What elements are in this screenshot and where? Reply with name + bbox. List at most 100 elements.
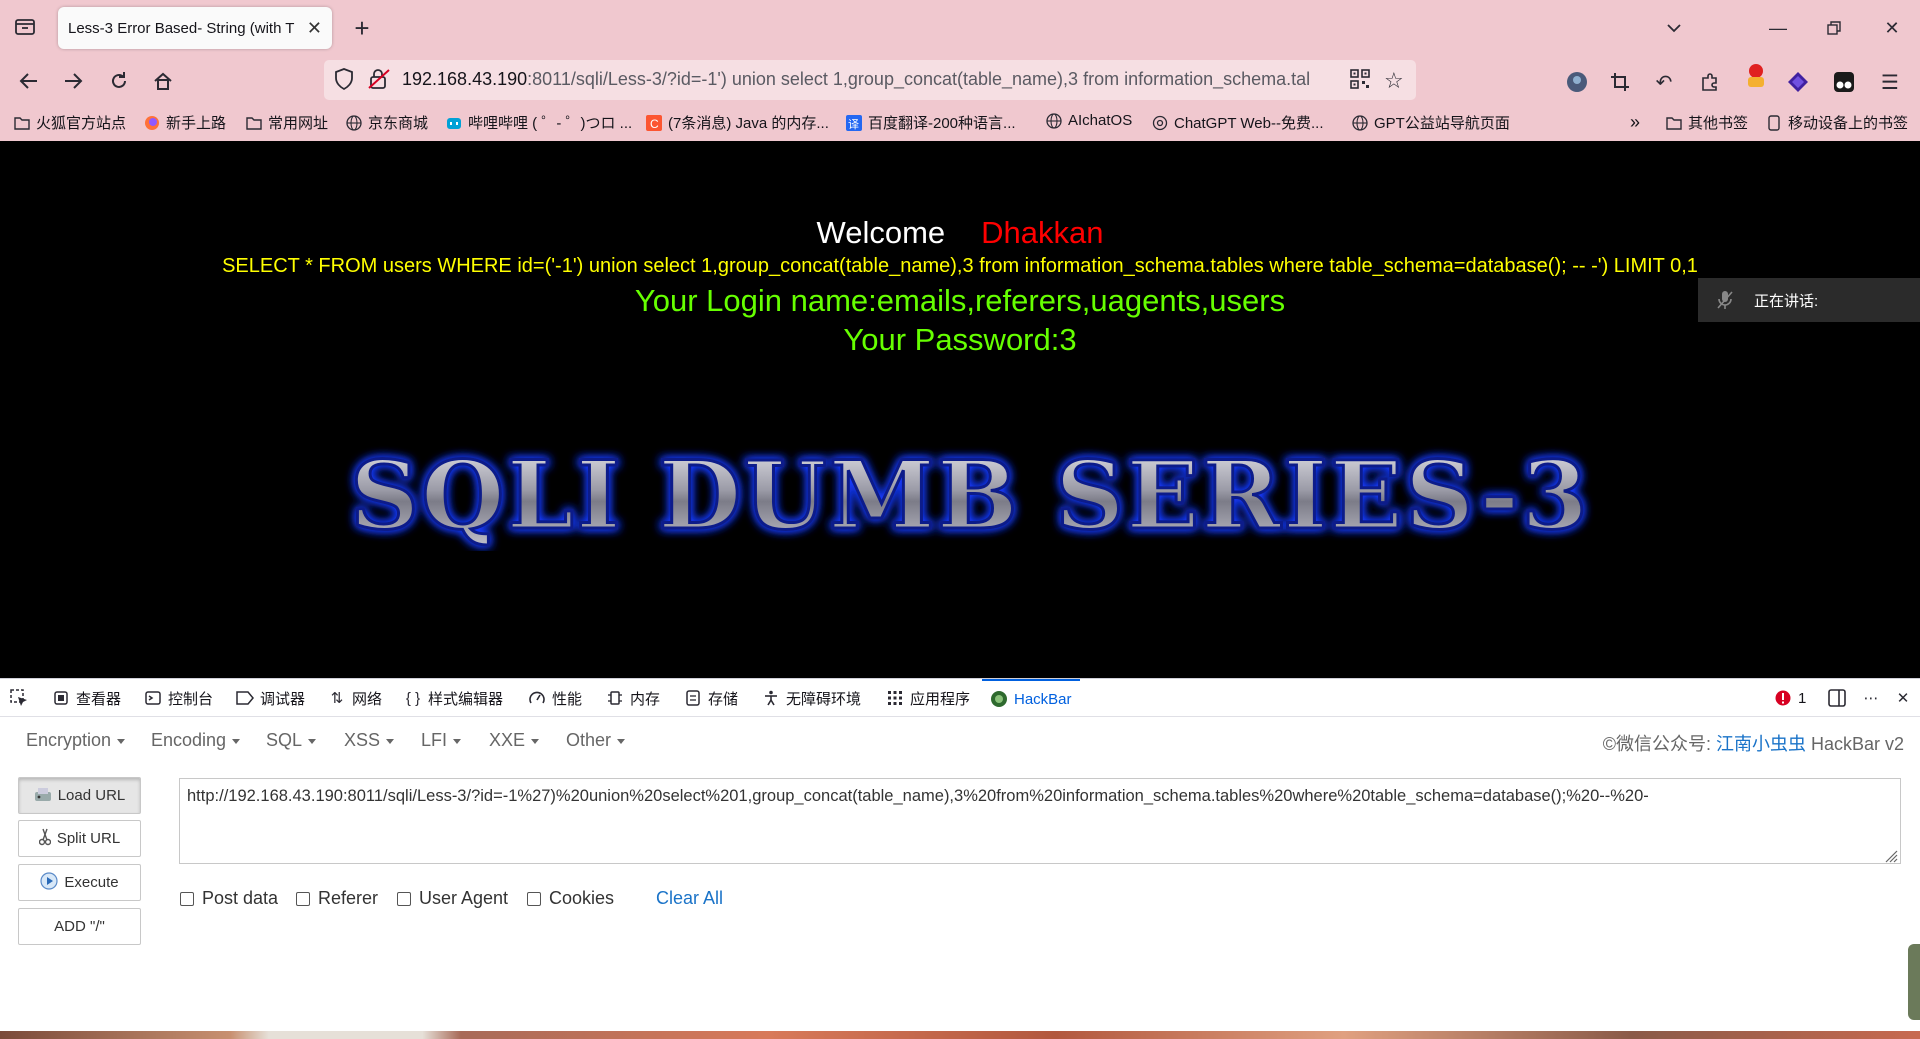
tab-performance[interactable]: 性能 [528, 679, 582, 717]
chatgpt-icon [1152, 115, 1168, 131]
menu-other[interactable]: Other [566, 730, 625, 751]
tab-list-icon[interactable] [12, 14, 38, 40]
checkbox-label: Referer [318, 888, 379, 908]
checkbox-label: Cookies [549, 888, 615, 908]
home-button[interactable] [146, 64, 180, 98]
bookmark-item[interactable]: 新手上路 [144, 112, 226, 133]
tampermonkey-icon[interactable] [1832, 70, 1856, 94]
url-host: 192.168.43.190 [402, 69, 528, 89]
credit-link[interactable]: 江南小虫虫 [1716, 734, 1806, 754]
element-picker-button[interactable] [10, 679, 28, 717]
tab-memory[interactable]: 内存 [606, 679, 660, 717]
bookmark-label: AIchatOS [1068, 112, 1133, 129]
menu-encryption[interactable]: Encryption [26, 730, 125, 751]
side-scroll-indicator[interactable] [1908, 944, 1920, 1020]
post-data-checkbox[interactable]: Post data [180, 888, 278, 909]
execute-button[interactable]: Execute [18, 864, 141, 901]
bookmark-item[interactable]: 火狐官方站点 [14, 112, 126, 133]
user-agent-checkbox[interactable]: User Agent [397, 888, 508, 909]
restore-button[interactable] [1816, 14, 1852, 42]
split-url-button[interactable]: Split URL [18, 820, 141, 857]
bookmark-label: 常用网址 [268, 115, 329, 132]
tab-application[interactable]: 应用程序 [886, 679, 970, 717]
undo-icon[interactable]: ↶ [1652, 70, 1676, 94]
bookmark-item[interactable]: C (7条消息) Java 的内存... [646, 112, 829, 133]
proxy-extension-icon[interactable] [1786, 70, 1810, 94]
bookmark-item[interactable]: 译百度翻译-200种语言... [846, 112, 1016, 133]
tracking-protection-shield-icon[interactable] [334, 68, 354, 95]
tab-label: 样式编辑器 [428, 690, 504, 708]
dock-side-button[interactable] [1828, 679, 1846, 717]
debugger-icon [236, 691, 254, 705]
list-all-tabs-chevron-icon[interactable] [1656, 14, 1692, 42]
tab-storage[interactable]: 存储 [684, 679, 738, 717]
clear-all-link[interactable]: Clear All [656, 888, 723, 909]
qr-code-icon[interactable] [1350, 69, 1370, 94]
translate-extension-icon[interactable] [1744, 64, 1768, 88]
hackbar-menu: Encryption Encoding SQL XSS LFI XXE Othe… [0, 717, 1920, 765]
bookmark-item[interactable]: AIchatOS [1046, 112, 1132, 129]
tab-accessibility[interactable]: 无障碍环境 [762, 679, 861, 717]
checkbox-box[interactable] [296, 891, 310, 906]
split-url-label: Split URL [56, 830, 121, 847]
menu-encoding[interactable]: Encoding [151, 730, 240, 751]
bookmark-item[interactable]: 京东商城 [346, 112, 428, 133]
extensions-puzzle-icon[interactable] [1698, 70, 1722, 94]
close-devtools-button[interactable]: ✕ [1894, 679, 1912, 717]
bookmark-item[interactable]: 哔哩哔哩 ( ゜- ゜)つロ ... [446, 112, 632, 133]
menu-xxe[interactable]: XXE [489, 730, 539, 751]
tab-debugger[interactable]: 调试器 [236, 679, 305, 717]
address-bar[interactable]: 192.168.43.190:8011/sqli/Less-3/?id=-1')… [324, 60, 1416, 100]
tab-label: 控制台 [168, 690, 214, 708]
tab-hackbar[interactable]: HackBar [982, 679, 1080, 717]
bookmark-item-mobile[interactable]: 移动设备上的书签 [1766, 112, 1908, 133]
minimize-button[interactable]: — [1760, 14, 1796, 42]
extension-avatar-icon[interactable] [1565, 70, 1589, 94]
add-slash-button[interactable]: ADD "/" [18, 908, 141, 945]
error-count-badge[interactable]: 1 [1774, 679, 1806, 717]
more-bookmarks-chevron-icon[interactable]: » [1630, 112, 1640, 133]
menu-sql[interactable]: SQL [266, 730, 316, 751]
tab-console[interactable]: 控制台 [144, 679, 213, 717]
menu-xss[interactable]: XSS [344, 730, 394, 751]
checkbox-box[interactable] [180, 891, 194, 906]
bookmark-label: ChatGPT Web--免费... [1174, 115, 1324, 132]
reload-button[interactable] [102, 64, 136, 98]
menu-lfi[interactable]: LFI [421, 730, 461, 751]
tab-close-icon[interactable]: ✕ [307, 18, 322, 39]
tab-label: 存储 [708, 690, 739, 708]
more-options-button[interactable]: ⋯ [1862, 679, 1880, 717]
tab-style-editor[interactable]: { } 样式编辑器 [404, 679, 503, 717]
bookmark-item[interactable]: GPT公益站导航页面 [1352, 112, 1510, 133]
mobile-icon [1766, 114, 1782, 131]
hackbar-url-input[interactable]: http://192.168.43.190:8011/sqli/Less-3/?… [179, 778, 1901, 864]
new-tab-button[interactable]: + [348, 13, 376, 43]
cookies-checkbox[interactable]: Cookies [527, 888, 614, 909]
referer-checkbox[interactable]: Referer [296, 888, 378, 909]
close-window-button[interactable]: ✕ [1874, 14, 1910, 42]
bookmark-item-other[interactable]: 其他书签 [1666, 112, 1748, 133]
screenshot-crop-icon[interactable] [1608, 70, 1632, 94]
load-url-icon [34, 786, 52, 806]
bookmark-item[interactable]: 常用网址 [246, 112, 328, 133]
tab-active[interactable]: Less-3 Error Based- String (with T ✕ [58, 7, 332, 49]
page-content: Welcome Dhakkan SELECT * FROM users WHERE… [0, 141, 1920, 678]
textarea-resize-handle[interactable] [1882, 847, 1898, 863]
forward-button[interactable] [56, 64, 90, 98]
globe-icon [346, 114, 362, 131]
load-url-button[interactable]: Load URL [18, 777, 141, 814]
back-button[interactable] [12, 64, 46, 98]
url-text[interactable]: 192.168.43.190:8011/sqli/Less-3/?id=-1')… [402, 69, 1338, 90]
app-menu-icon[interactable]: ☰ [1878, 70, 1902, 94]
tab-inspector[interactable]: 查看器 [52, 679, 121, 717]
checkbox-box[interactable] [527, 891, 541, 906]
storage-icon [684, 690, 702, 706]
bookmark-star-icon[interactable]: ☆ [1384, 68, 1404, 94]
globe-icon [1352, 114, 1368, 131]
checkbox-box[interactable] [397, 891, 411, 906]
tab-network[interactable]: ⇅ 网络 [328, 679, 382, 717]
bookmark-item[interactable]: ChatGPT Web--免费... [1152, 112, 1323, 133]
insecure-connection-icon[interactable] [368, 68, 390, 95]
devtools-panel: 查看器 控制台 调试器 ⇅ 网络 { } 样式编辑器 性能 内存 存储 无障碍环境 … [0, 678, 1920, 1039]
csdn-icon: C [646, 114, 662, 131]
